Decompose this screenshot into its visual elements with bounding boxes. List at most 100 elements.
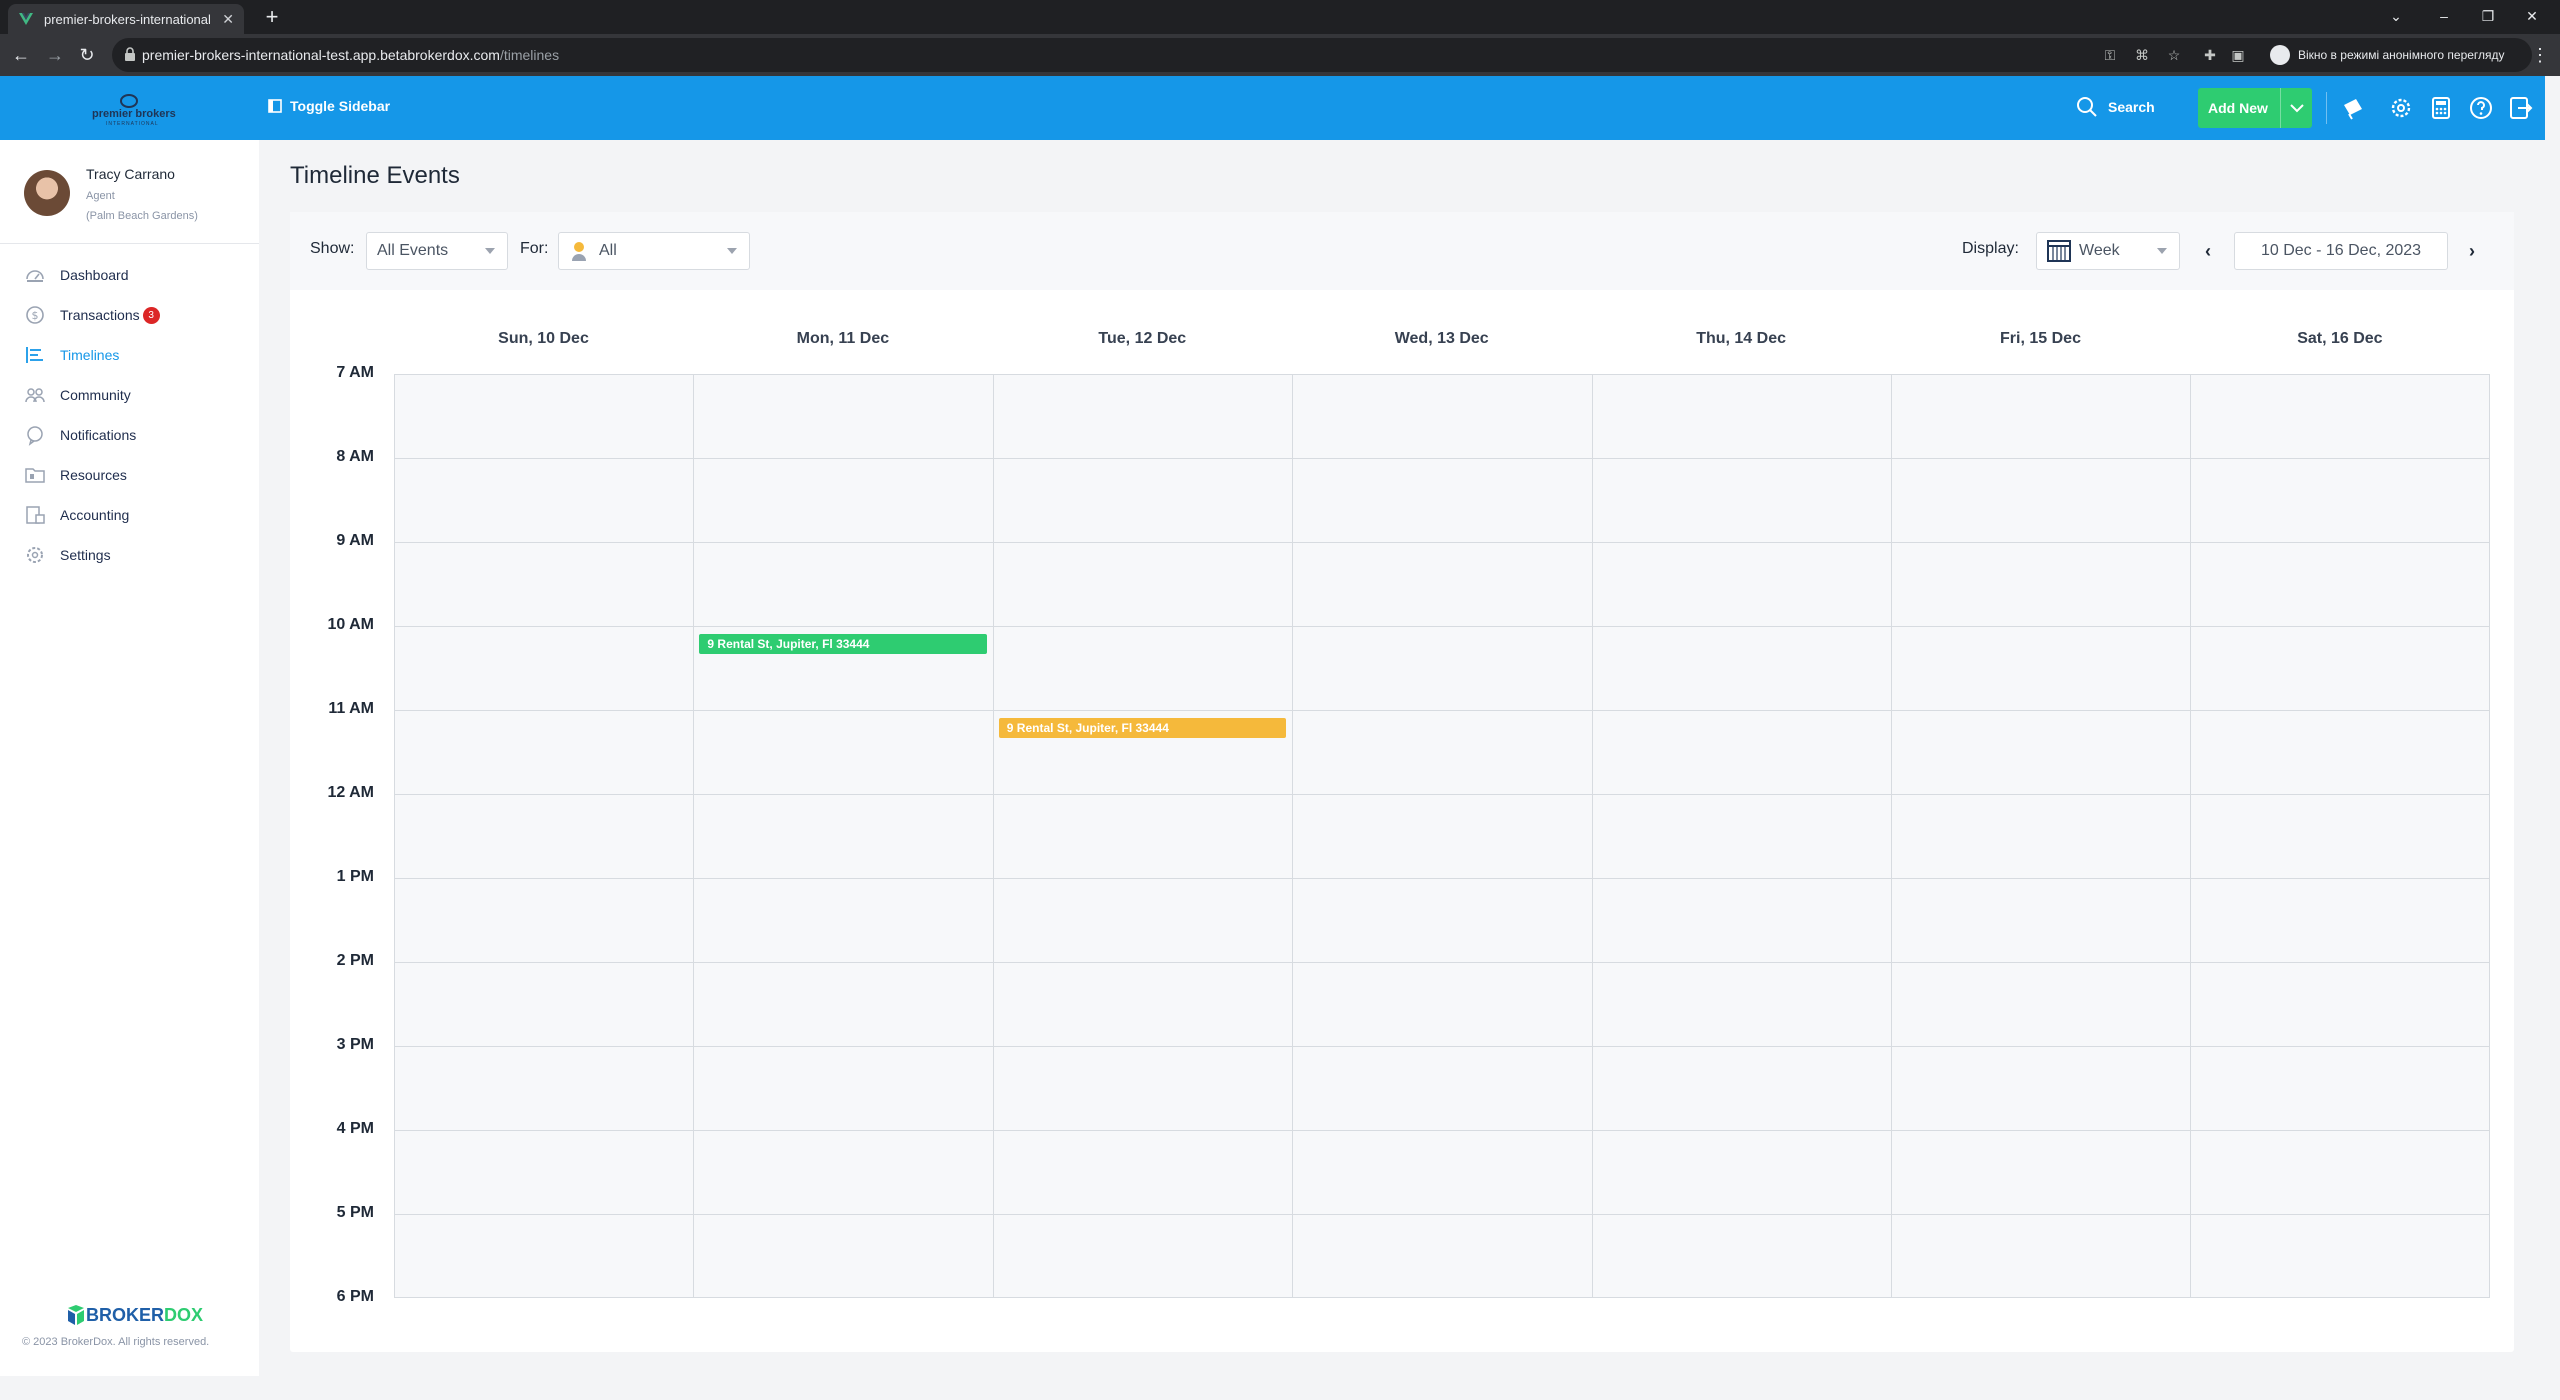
previous-week-button[interactable]: ‹: [2190, 232, 2226, 270]
date-range-picker[interactable]: 10 Dec - 16 Dec, 2023: [2234, 232, 2448, 270]
for-label: For:: [520, 240, 549, 257]
time-label: 8 AM: [336, 448, 374, 465]
next-week-button[interactable]: ›: [2454, 232, 2490, 270]
timeline-card: Show: All Events For: All Display: Week …: [290, 212, 2514, 1352]
back-icon[interactable]: ←: [6, 40, 36, 70]
sidebar-item-notifications[interactable]: Notifications: [24, 423, 136, 447]
restore-icon[interactable]: ❐: [2468, 2, 2508, 30]
incognito-indicator[interactable]: Вікно в режимі анонімного перегляду: [2262, 41, 2519, 69]
hour-gridline: [395, 626, 2489, 627]
accounting-icon: [26, 506, 45, 524]
show-select[interactable]: All Events: [366, 232, 508, 270]
day-header: Thu, 14 Dec: [1696, 330, 1786, 347]
time-label: 12 AM: [327, 784, 374, 801]
user-office: (Palm Beach Gardens): [86, 210, 198, 222]
sidebar-item-label: Settings: [60, 547, 111, 563]
side-panel-icon[interactable]: ▣: [2228, 45, 2248, 65]
toggle-sidebar-label: Toggle Sidebar: [290, 98, 391, 114]
sidebar-item-label: Transactions: [60, 307, 140, 323]
folder-icon: [25, 468, 45, 483]
avatar[interactable]: [24, 170, 70, 216]
key-icon[interactable]: ⚿: [2100, 45, 2120, 65]
logout-icon[interactable]: [2508, 95, 2534, 121]
display-select[interactable]: Week: [2036, 232, 2180, 270]
page-title: Timeline Events: [290, 162, 460, 189]
for-select[interactable]: All: [558, 232, 750, 270]
close-window-icon[interactable]: ✕: [2512, 2, 2552, 30]
sidebar-item-label: Accounting: [60, 507, 130, 523]
sidebar-item-community[interactable]: Community: [24, 383, 131, 407]
time-label: 2 PM: [336, 952, 374, 969]
address-bar[interactable]: premier-brokers-international-test.app.b…: [112, 38, 2532, 72]
close-tab-icon[interactable]: ✕: [222, 11, 234, 28]
notification-badge: 3: [142, 306, 160, 324]
help-icon[interactable]: [2468, 95, 2494, 121]
calendar-grid[interactable]: 9 Rental St, Jupiter, Fl 33444 9 Rental S…: [394, 374, 2490, 1298]
tab-title: premier-brokers-international: [44, 11, 211, 27]
chevron-down-icon[interactable]: [2280, 88, 2312, 128]
day-gridline: [693, 375, 695, 1297]
hour-gridline: [395, 458, 2489, 459]
brand-text-broker: BROKER: [86, 1304, 165, 1325]
header-divider: [2326, 92, 2327, 124]
browser-tab[interactable]: premier-brokers-international ✕: [8, 4, 244, 34]
dollar-icon: $: [26, 306, 44, 324]
filter-bar: Show: All Events For: All Display: Week …: [290, 212, 2514, 290]
hour-gridline: [395, 794, 2489, 795]
minimize-icon[interactable]: –: [2424, 2, 2464, 30]
add-new-button[interactable]: Add New: [2198, 88, 2312, 128]
sidebar-item-label: Notifications: [60, 427, 137, 443]
sidebar-item-dashboard[interactable]: Dashboard: [24, 263, 129, 287]
caret-down-icon: [2157, 248, 2167, 254]
day-gridline: [992, 375, 994, 1297]
time-label: 6 PM: [336, 1288, 374, 1305]
search-label: Search: [2108, 99, 2155, 115]
show-select-value: All Events: [377, 242, 449, 259]
sidebar-item-transactions[interactable]: $ Transactions 3: [24, 303, 160, 327]
timeline-event[interactable]: 9 Rental St, Jupiter, Fl 33444: [699, 634, 987, 654]
svg-text:$: $: [32, 309, 39, 322]
new-tab-icon[interactable]: +: [258, 4, 286, 32]
sidebar-item-resources[interactable]: Resources: [24, 463, 127, 487]
day-header: Mon, 11 Dec: [796, 330, 890, 347]
for-select-value: All: [599, 242, 617, 259]
day-gridline: [2190, 375, 2192, 1297]
sidebar-toggle-icon: [268, 99, 282, 113]
user-name: Tracy Carrano: [86, 166, 175, 182]
sidebar-item-accounting[interactable]: Accounting: [24, 503, 129, 527]
sidebar-item-settings[interactable]: Settings: [24, 543, 111, 567]
person-icon: [572, 242, 586, 261]
time-label: 10 AM: [327, 616, 374, 633]
search-button[interactable]: Search: [2076, 96, 2155, 118]
url-text: premier-brokers-international-test.app.b…: [142, 47, 559, 63]
browser-menu-icon[interactable]: ⋮: [2530, 40, 2550, 70]
time-label: 5 PM: [336, 1204, 374, 1221]
day-gridline: [1591, 375, 1593, 1297]
hour-gridline: [395, 542, 2489, 543]
announcement-icon[interactable]: [2340, 95, 2366, 121]
company-logo[interactable]: premier brokers INTERNATIONAL: [92, 94, 176, 128]
gear-icon[interactable]: [2388, 95, 2414, 121]
week-calendar: Sun, 10 Dec Mon, 11 Dec Tue, 12 Dec Wed, 13…: [290, 290, 2514, 1352]
sidebar-item-timelines[interactable]: Timelines: [24, 343, 119, 367]
incognito-icon: [2270, 45, 2290, 65]
logo-text: premier brokers: [92, 108, 176, 120]
star-icon[interactable]: ☆: [2164, 45, 2184, 65]
sidebar-item-label: Dashboard: [60, 267, 129, 283]
timeline-event[interactable]: 9 Rental St, Jupiter, Fl 33444: [998, 718, 1287, 738]
time-label: 9 AM: [336, 532, 374, 549]
translate-icon[interactable]: ⌘: [2132, 45, 2152, 65]
caret-down-icon: [485, 248, 495, 254]
extensions-icon[interactable]: ✚: [2200, 45, 2220, 65]
calculator-icon[interactable]: [2428, 95, 2454, 121]
tab-search-icon[interactable]: ⌄: [2376, 2, 2416, 30]
toggle-sidebar-button[interactable]: Toggle Sidebar: [268, 98, 390, 114]
day-header: Fri, 15 Dec: [2000, 330, 2081, 347]
logo-subtext: INTERNATIONAL: [106, 121, 159, 127]
reload-icon[interactable]: ↻: [72, 40, 102, 70]
url-path: /timelines: [499, 47, 560, 63]
hour-gridline: [395, 962, 2489, 963]
forward-icon[interactable]: →: [40, 40, 70, 70]
day-gridline: [1891, 375, 1892, 1297]
copyright-text: © 2023 BrokerDox. All rights reserved.: [22, 1336, 210, 1348]
